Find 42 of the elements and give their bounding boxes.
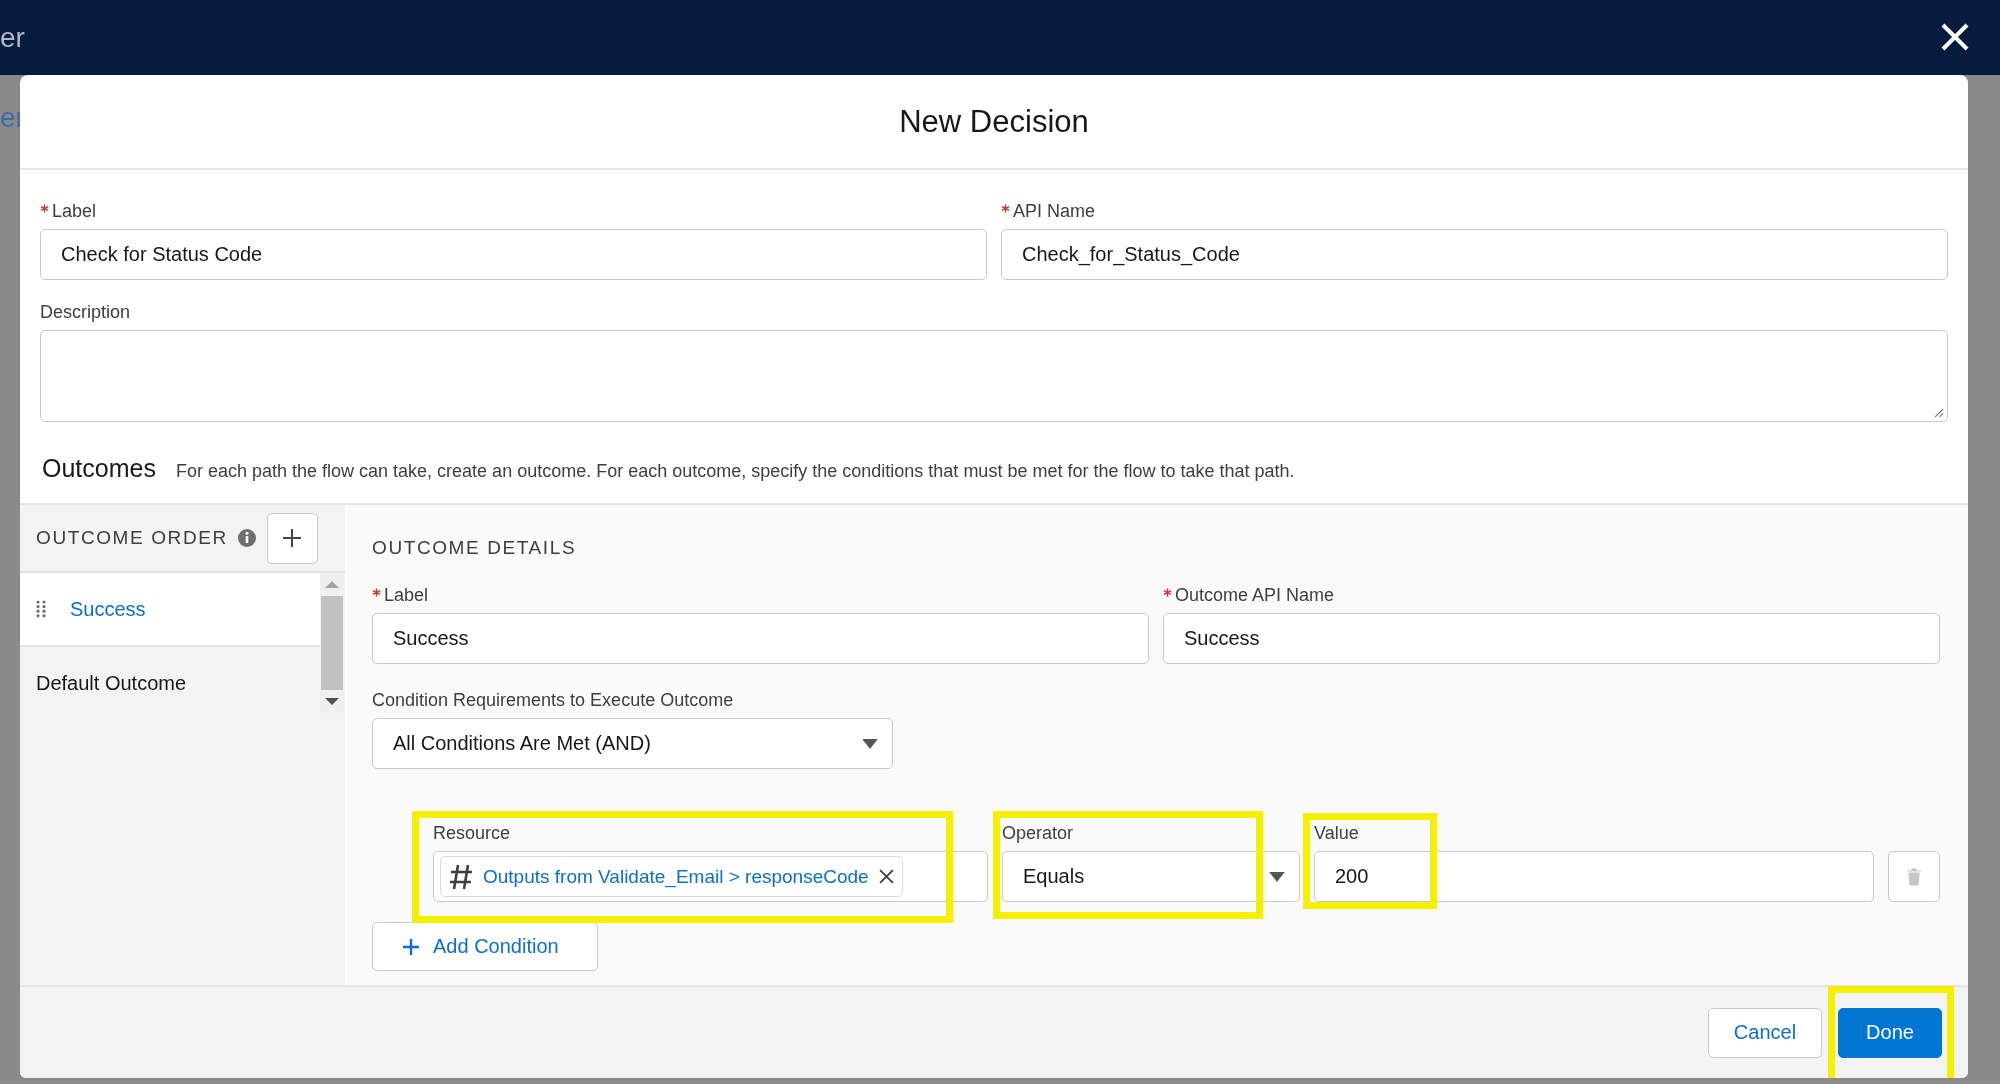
resource-pill[interactable]: Outputs from Validate_Email > responseCode <box>440 856 903 897</box>
cancel-button[interactable]: Cancel <box>1708 1007 1822 1058</box>
dropdown-arrow-icon <box>1269 871 1285 882</box>
condition-requirements-select[interactable]: All Conditions Are Met (AND) <box>372 718 893 769</box>
field-label: Description <box>40 301 132 324</box>
plus-icon <box>401 936 421 957</box>
input-field[interactable]: Success <box>1163 613 1940 664</box>
field-label: Operator <box>1002 822 1075 845</box>
field-label: API Name <box>1013 200 1096 223</box>
plus-icon <box>282 528 303 548</box>
field-label: Value <box>1314 822 1360 845</box>
header-text: er <box>0 22 25 54</box>
input-field[interactable]: Check_for_Status_Code <box>1001 229 1948 280</box>
add-condition-button[interactable]: Add Condition <box>372 922 598 971</box>
number-icon <box>449 863 473 890</box>
value-field[interactable]: 200 <box>1314 851 1874 902</box>
info-icon[interactable] <box>236 528 257 548</box>
help-text: For each path the flow can take, create an outcome. For each outcome, specify the conditions that must be met for the flow to take that path. <box>175 461 1295 482</box>
add-outcome-button[interactable] <box>266 512 318 564</box>
section-heading: OUTCOME DETAILS <box>372 537 578 559</box>
outcome-item[interactable]: Default Outcome <box>20 647 320 719</box>
field-label: Resource <box>433 822 512 845</box>
section-heading: OUTCOME ORDER <box>36 527 228 549</box>
field-label: Label <box>52 200 97 223</box>
operator-select[interactable]: Equals <box>1002 851 1300 902</box>
field-label: Label <box>384 584 429 607</box>
resource-field[interactable]: Outputs from Validate_Email > responseCode <box>433 851 988 902</box>
description-field[interactable] <box>40 330 1948 422</box>
section-heading: Outcomes <box>42 454 156 483</box>
modal-title: New Decision <box>899 103 1089 140</box>
dropdown-arrow-icon <box>862 738 878 749</box>
remove-icon[interactable] <box>878 869 894 884</box>
outcome-item[interactable]: Success <box>20 573 320 647</box>
input-field[interactable]: Check for Status Code <box>40 229 987 280</box>
resize-handle-icon[interactable] <box>1933 407 1944 418</box>
close-icon[interactable] <box>1940 22 1970 52</box>
input-field[interactable]: Success <box>372 613 1149 664</box>
drag-handle-icon[interactable] <box>36 600 46 618</box>
field-label: Condition Requirements to Execute Outcome <box>372 689 735 712</box>
done-button[interactable]: Done <box>1838 1007 1942 1058</box>
field-label: Outcome API Name <box>1175 584 1335 607</box>
trash-icon <box>1906 867 1922 886</box>
